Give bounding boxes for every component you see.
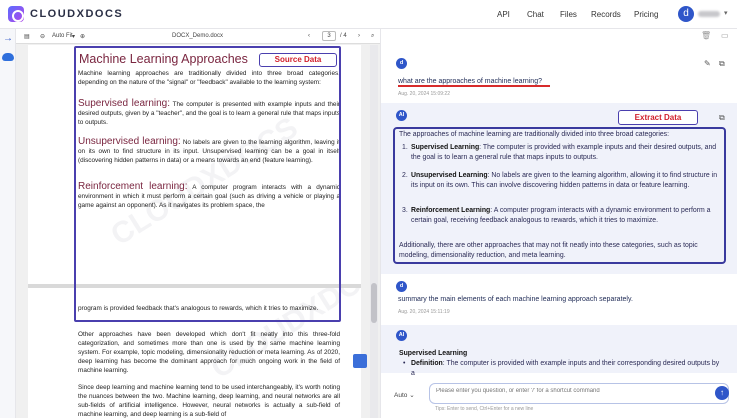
question-underline	[398, 85, 550, 87]
app-name: CLOUDXDOCS	[30, 8, 124, 20]
answer-item-3-head: Reinforcement Learning	[411, 207, 491, 214]
chevron-down-icon[interactable]: ▾	[72, 33, 75, 40]
nav-records[interactable]: Records	[591, 10, 621, 19]
mode-select[interactable]: Auto ⌄	[394, 391, 415, 399]
file-name: DOCX_Demo.docx	[172, 33, 224, 39]
question-input-box[interactable]	[429, 383, 729, 404]
ai-avatar: AI	[396, 110, 407, 121]
chevron-down-icon[interactable]: ▾	[724, 9, 728, 17]
copy-icon[interactable]: ▭	[721, 31, 729, 40]
user-avatar: d	[396, 58, 407, 69]
answer-section-title: Supervised Learning	[399, 350, 468, 357]
answer-outro: Additionally, there are other approaches…	[399, 242, 698, 259]
question-timestamp: Aug. 20, 2024 15:11:19	[398, 309, 450, 315]
edit-icon[interactable]: ✎	[704, 59, 711, 68]
mode-label: Auto	[394, 392, 408, 399]
question-timestamp: Aug. 20, 2024 15:09:22	[398, 91, 450, 97]
user-avatar: d	[396, 281, 407, 292]
copy-icon[interactable]: ⧉	[719, 59, 725, 69]
source-data-highlight	[74, 46, 341, 322]
copy-icon[interactable]: ⧉	[719, 113, 725, 123]
list-number: 2.	[402, 172, 408, 179]
deep-learning-paragraph: Since deep learning and machine learning…	[78, 384, 340, 418]
send-button[interactable]: ↑	[715, 386, 729, 400]
logo[interactable]: CLOUDXDOCS	[8, 6, 123, 22]
user-name-blurred[interactable]	[698, 11, 720, 17]
nav-api[interactable]: API	[497, 10, 510, 19]
list-number: 1.	[402, 144, 408, 151]
search-icon[interactable]: ⌕	[371, 33, 374, 40]
edit-note-icon[interactable]	[353, 354, 367, 368]
ai-avatar: AI	[396, 330, 407, 341]
nav-files[interactable]: Files	[560, 10, 577, 19]
question-input[interactable]	[436, 388, 706, 394]
scrollbar[interactable]	[370, 45, 378, 418]
answer-item-2-head: Unsupervised Learning	[411, 172, 488, 179]
cloud-upload-icon[interactable]	[2, 53, 14, 61]
user-question: what are the approaches of machine learn…	[398, 78, 542, 85]
extract-data-tag: Extract Data	[618, 110, 698, 125]
arrow-right-icon[interactable]: →	[3, 33, 13, 44]
nav-pricing[interactable]: Pricing	[634, 10, 658, 19]
answer-intro: The approaches of machine learning are t…	[399, 131, 670, 138]
logo-icon	[8, 6, 24, 22]
source-data-tag: Source Data	[259, 53, 337, 67]
zoom-in-icon[interactable]: ⊕	[80, 33, 85, 40]
chevron-down-icon: ⌄	[409, 392, 415, 399]
user-avatar[interactable]: d	[678, 6, 694, 22]
file-icon[interactable]: ▤	[24, 33, 30, 40]
answer-item-2: 2. Unsupervised Learning: No labels are …	[399, 171, 723, 190]
side-strip: →	[0, 29, 16, 418]
answer-item-1: 1. Supervised Learning: The computer is …	[399, 143, 723, 162]
other-approaches-paragraph: Other approaches have been developed whi…	[78, 331, 340, 375]
delete-icon[interactable]: 🗑	[701, 31, 711, 40]
input-hint: Tips: Enter to send, Ctrl+Enter for a ne…	[435, 406, 534, 412]
answer-definition: • Definition: The computer is provided w…	[399, 359, 723, 378]
bullet: •	[403, 360, 406, 367]
prev-page-icon[interactable]: ‹	[308, 33, 310, 39]
zoom-out-icon[interactable]: ⊖	[40, 33, 45, 40]
page-total: / 4	[340, 33, 347, 39]
answer-item-1-head: Supervised Learning	[411, 144, 480, 151]
document-toolbar: ▤ ⊖ Auto Fit ▾ ⊕ DOCX_Demo.docx ‹ 3 / 4 …	[16, 29, 380, 44]
zoom-mode[interactable]: Auto Fit	[52, 33, 73, 39]
scrollbar-thumb[interactable]	[371, 283, 377, 323]
user-question: summary the main elements of each machin…	[398, 296, 633, 303]
definition-text: : The computer is provided with example …	[411, 360, 720, 377]
top-bar: CLOUDXDOCS API Chat Files Records Pricin…	[0, 0, 737, 29]
next-page-icon[interactable]: ›	[358, 33, 360, 39]
answer-item-3: 3. Reinforcement Learning: A computer pr…	[399, 206, 723, 225]
page-number-input[interactable]: 3	[322, 31, 336, 41]
chat-panel: 🗑 ▭ d ✎ ⧉ what are the approaches of mac…	[380, 29, 737, 418]
definition-head: Definition	[411, 360, 443, 367]
nav-chat[interactable]: Chat	[527, 10, 544, 19]
list-number: 3.	[402, 207, 408, 214]
